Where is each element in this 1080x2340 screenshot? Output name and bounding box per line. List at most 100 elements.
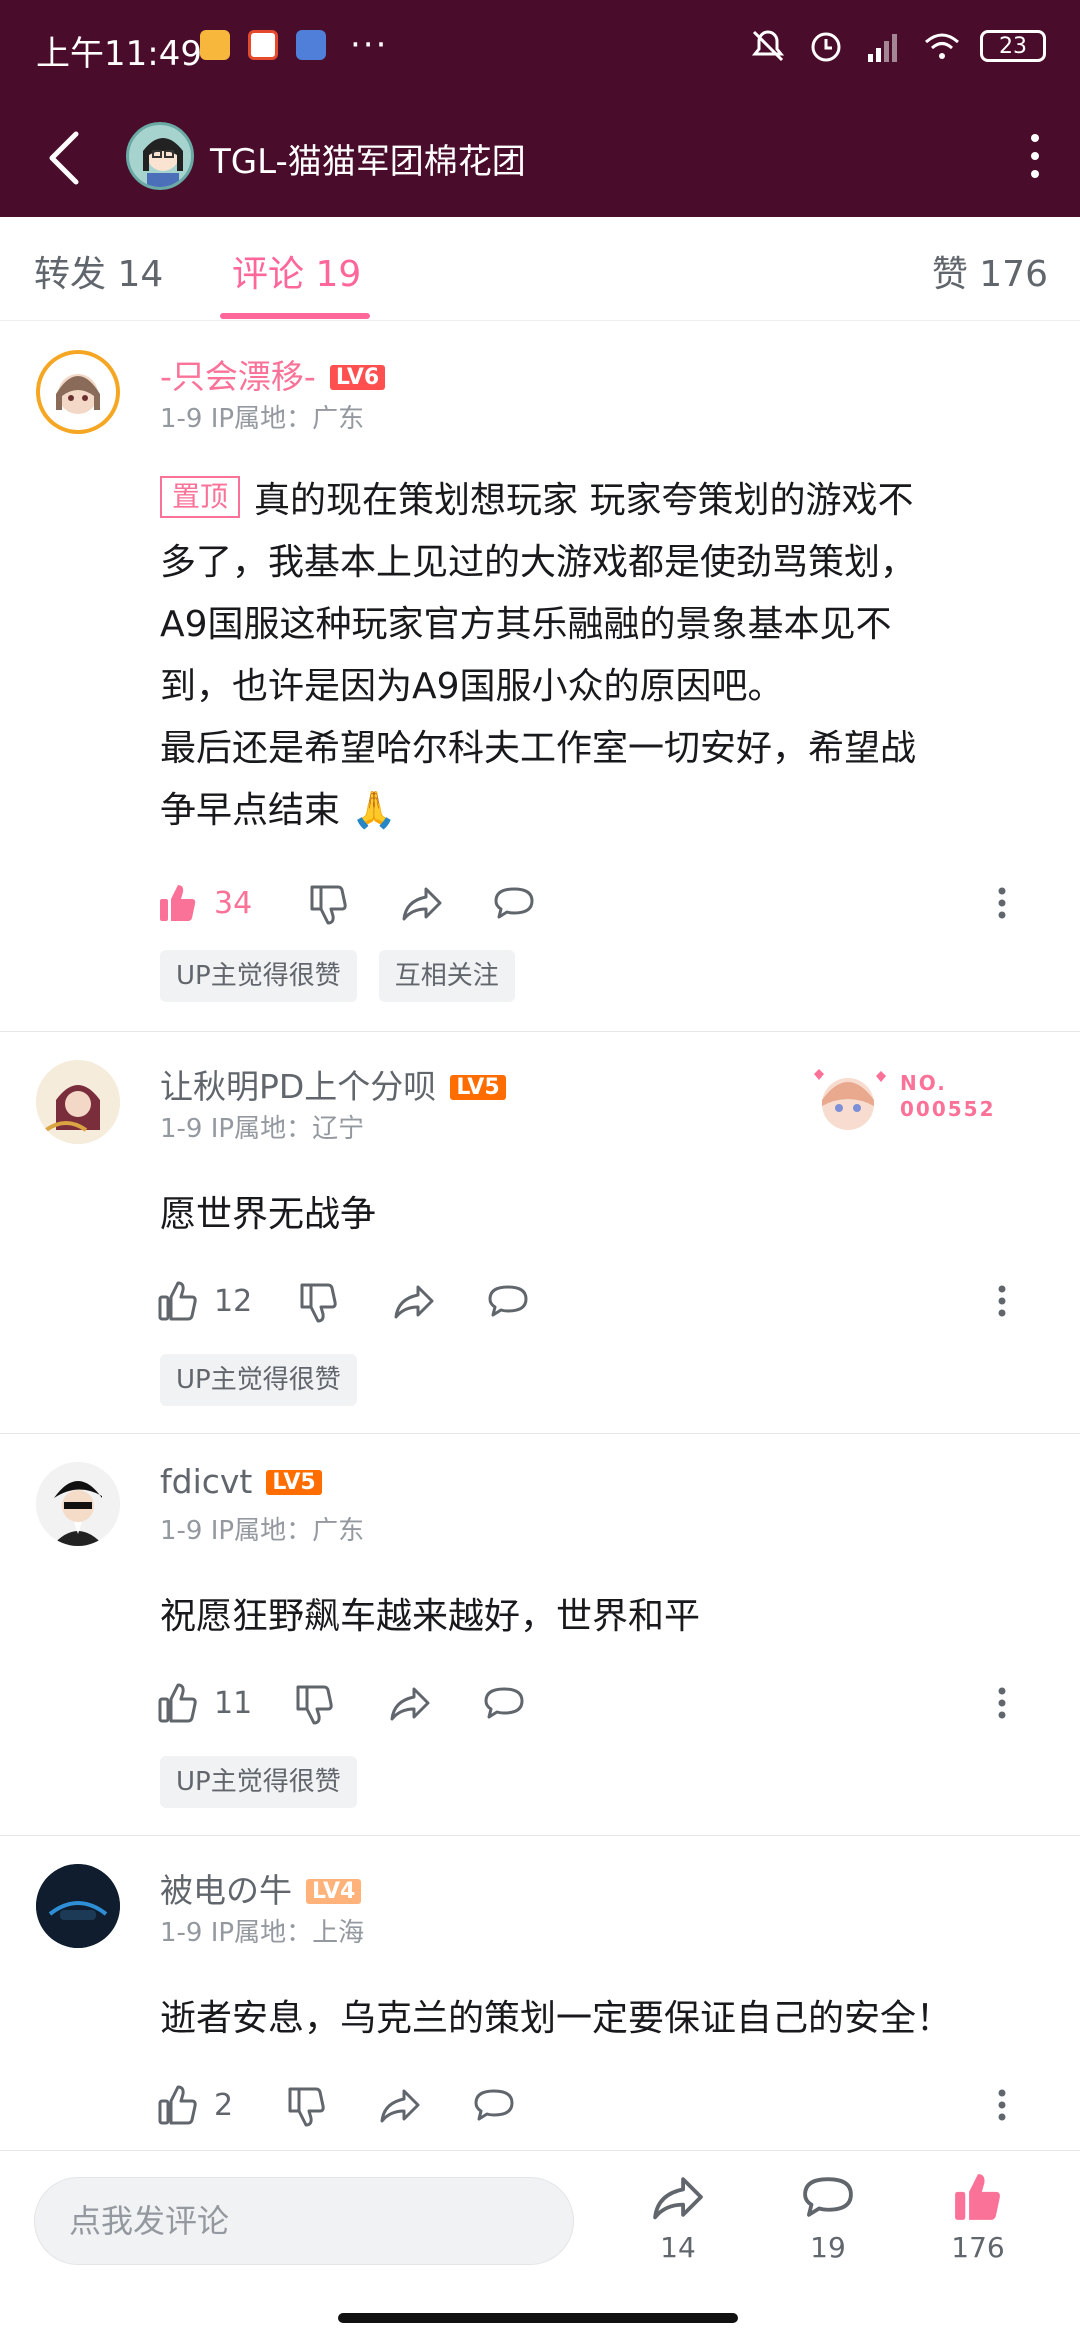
wifi-icon [925, 33, 959, 59]
comment-more-button[interactable] [980, 2080, 1024, 2130]
share-arrow-icon [380, 2089, 420, 2123]
reply-button[interactable] [482, 1678, 526, 1728]
thumb-down-icon [296, 1685, 333, 1725]
comment-more-button[interactable] [980, 1276, 1024, 1326]
comment-bubble-icon [484, 1687, 524, 1719]
more-vertical-icon [998, 1687, 1006, 1719]
home-indicator[interactable] [338, 2313, 738, 2323]
level-badge: LV5 [266, 1470, 322, 1495]
comment-text: 愿世界无战争 [160, 1194, 377, 1235]
fan-badge-character-icon [814, 1069, 886, 1130]
dislike-button[interactable] [296, 1276, 340, 1326]
share-arrow-icon [394, 1285, 434, 1319]
username[interactable]: 被电の牛 LV4 [160, 1864, 362, 1912]
back-arrow-icon[interactable] [42, 128, 92, 188]
share-button[interactable] [378, 2080, 422, 2130]
notification-app-icon [296, 30, 326, 60]
up-liked-tag: UP主觉得很赞 [160, 1354, 357, 1406]
page-title: TGL-猫猫军团棉花团 [210, 142, 526, 182]
comment-item: -只会漂移- LV6 1-9 IP属地：广东 置顶 真的现在策划想玩家 玩家夸策划的… [0, 322, 1080, 1032]
tab-active-indicator [220, 313, 370, 319]
fan-badge[interactable]: NO. 000552 [810, 1060, 1010, 1140]
comment-text: 祝愿狂野飙车越来越好，世界和平 [160, 1596, 701, 1637]
share-arrow-icon [653, 2177, 703, 2220]
status-more-dots: ··· [350, 25, 389, 65]
thumb-up-icon [158, 2085, 197, 2125]
avatar[interactable] [36, 1864, 120, 1948]
tab-bar: 转发 14 评论 19 赞 176 [0, 217, 1080, 321]
comment-tags: UP主觉得很赞 [160, 1756, 357, 1808]
like-button[interactable]: 2 [156, 2080, 233, 2130]
bottom-share-button[interactable]: 14 [628, 2169, 728, 2264]
level-badge: LV4 [306, 1879, 362, 1904]
bottom-comment-button[interactable]: 19 [778, 2169, 878, 2264]
status-notification-icons: ··· [200, 25, 389, 65]
level-badge: LV5 [450, 1075, 506, 1100]
status-time: 上午11:49 [36, 34, 202, 74]
level-badge: LV6 [329, 365, 386, 390]
up-liked-tag: UP主觉得很赞 [160, 950, 357, 1002]
up-liked-tag: UP主觉得很赞 [160, 1756, 357, 1808]
notification-app-icon [248, 30, 278, 60]
comment-input[interactable]: 点我发评论 [34, 2177, 574, 2265]
share-arrow-icon [402, 887, 442, 921]
fan-badge-number: NO. 000552 [900, 1071, 996, 1121]
like-button[interactable]: 11 [156, 1678, 252, 1728]
thumb-up-filled-icon [955, 2174, 1000, 2220]
username[interactable]: -只会漂移- LV6 [160, 350, 386, 398]
comment-meta: 1-9 IP属地：广东 [160, 1516, 365, 1546]
channel-avatar[interactable] [126, 122, 194, 190]
reply-button[interactable] [492, 878, 536, 928]
comment-more-button[interactable] [980, 878, 1024, 928]
username[interactable]: 让秋明PD上个分呗 LV5 [160, 1060, 506, 1108]
comment-item: 被电の牛 LV4 1-9 IP属地：上海 逝者安息，乌克兰的策划一定要保证自己的安… [0, 1836, 1080, 2150]
tab-likes[interactable]: 赞 176 [932, 245, 1048, 297]
dislike-button[interactable] [292, 1678, 336, 1728]
tab-forward[interactable]: 转发 14 [34, 245, 163, 297]
more-vertical-icon[interactable] [1020, 126, 1050, 186]
more-vertical-icon [998, 2089, 1006, 2121]
dislike-button[interactable] [306, 878, 350, 928]
comment-tags: UP主觉得很赞 [160, 1354, 357, 1406]
signal-icon [868, 34, 897, 62]
comment-actions: 11 [156, 1678, 1036, 1728]
comment-bubble-icon [494, 887, 534, 919]
thumb-up-icon [158, 1683, 197, 1723]
thumb-up-filled-icon [160, 885, 196, 921]
avatar[interactable] [36, 350, 120, 434]
tab-comments[interactable]: 评论 19 [232, 245, 361, 297]
username[interactable]: fdicvt LV5 [160, 1462, 322, 1501]
bottom-like-button[interactable]: 176 [928, 2169, 1028, 2264]
comment-meta: 1-9 IP属地：辽宁 [160, 1114, 365, 1144]
top-bar: 上午11:49 ··· 23 TGL-猫猫军团棉花团 [0, 0, 1080, 217]
comment-bubble-icon [474, 2089, 514, 2121]
thumb-down-icon [310, 885, 347, 925]
dislike-button[interactable] [284, 2080, 328, 2130]
comment-actions: 34 [156, 878, 1036, 928]
reply-button[interactable] [472, 2080, 516, 2130]
avatar[interactable] [36, 1462, 120, 1546]
pinned-badge: 置顶 [160, 476, 241, 518]
more-vertical-icon [998, 1285, 1006, 1317]
like-button[interactable]: 12 [156, 1276, 252, 1326]
mute-icon [751, 30, 785, 62]
share-button[interactable] [400, 878, 444, 928]
comment-actions: 12 [156, 1276, 1036, 1326]
notification-app-icon [200, 30, 230, 60]
status-bar: 上午11:49 ··· 23 [0, 0, 1080, 96]
bottom-action-bar: 点我发评论 14 19 176 [0, 2150, 1080, 2340]
avatar[interactable] [36, 1060, 120, 1144]
reply-button[interactable] [486, 1276, 530, 1326]
thumb-down-icon [288, 2087, 325, 2127]
status-system-icons: 23 [748, 26, 1046, 66]
comment-more-button[interactable] [980, 1678, 1024, 1728]
share-arrow-icon [390, 1687, 430, 1721]
share-button[interactable] [388, 1678, 432, 1728]
comment-item: 让秋明PD上个分呗 LV5 1-9 IP属地：辽宁 NO. 000552 愿世界无… [0, 1032, 1080, 1434]
like-button[interactable]: 34 [156, 878, 252, 928]
thumb-up-icon [158, 1281, 197, 1321]
alarm-icon [811, 32, 841, 62]
comment-tags: UP主觉得很赞 互相关注 [160, 950, 515, 1002]
share-button[interactable] [392, 1276, 436, 1326]
mutual-follow-tag: 互相关注 [378, 950, 515, 1002]
